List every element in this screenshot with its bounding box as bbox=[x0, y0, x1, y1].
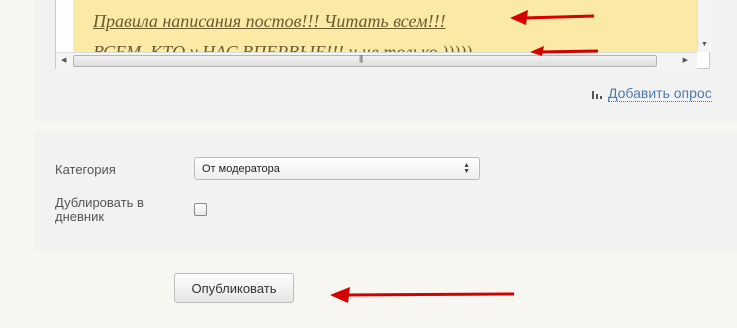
scroll-right-icon[interactable]: ▶ bbox=[683, 56, 688, 64]
scroll-down-icon[interactable]: ▼ bbox=[701, 41, 708, 48]
editor-line: ВСЕМ, КТО у НАС ВПЕРВЫЕ!!! и не только )… bbox=[93, 42, 473, 52]
bar-chart-icon bbox=[592, 91, 602, 99]
editor-line: Правила написания постов!!! Читать всем!… bbox=[93, 11, 446, 31]
category-label: Категория bbox=[55, 162, 116, 177]
add-poll-link[interactable]: Добавить опрос bbox=[592, 85, 712, 103]
vertical-scrollbar[interactable]: ▼ bbox=[697, 0, 711, 52]
red-arrow-icon bbox=[330, 287, 515, 303]
duplicate-checkbox[interactable] bbox=[194, 203, 207, 216]
publish-button[interactable]: Опубликовать bbox=[174, 273, 294, 303]
select-arrows-icon: ▲ ▼ bbox=[463, 162, 470, 175]
grip-icon: ||| bbox=[359, 54, 363, 63]
duplicate-label: Дублировать в дневник bbox=[55, 195, 144, 224]
add-poll-label: Добавить опрос bbox=[608, 85, 712, 102]
editor-content[interactable]: Правила написания постов!!! Читать всем!… bbox=[73, 0, 697, 52]
settings-panel bbox=[35, 132, 737, 251]
category-value: От модератора bbox=[202, 163, 280, 175]
red-arrow-icon bbox=[530, 46, 599, 56]
scrollbar-thumb[interactable]: ||| bbox=[73, 54, 657, 67]
horizontal-scrollbar[interactable]: ◀ ||| ▶ bbox=[56, 52, 697, 69]
category-select[interactable]: От модератора ▲ ▼ bbox=[194, 157, 480, 180]
scroll-left-icon[interactable]: ◀ bbox=[61, 56, 66, 64]
red-arrow-icon bbox=[510, 10, 595, 25]
